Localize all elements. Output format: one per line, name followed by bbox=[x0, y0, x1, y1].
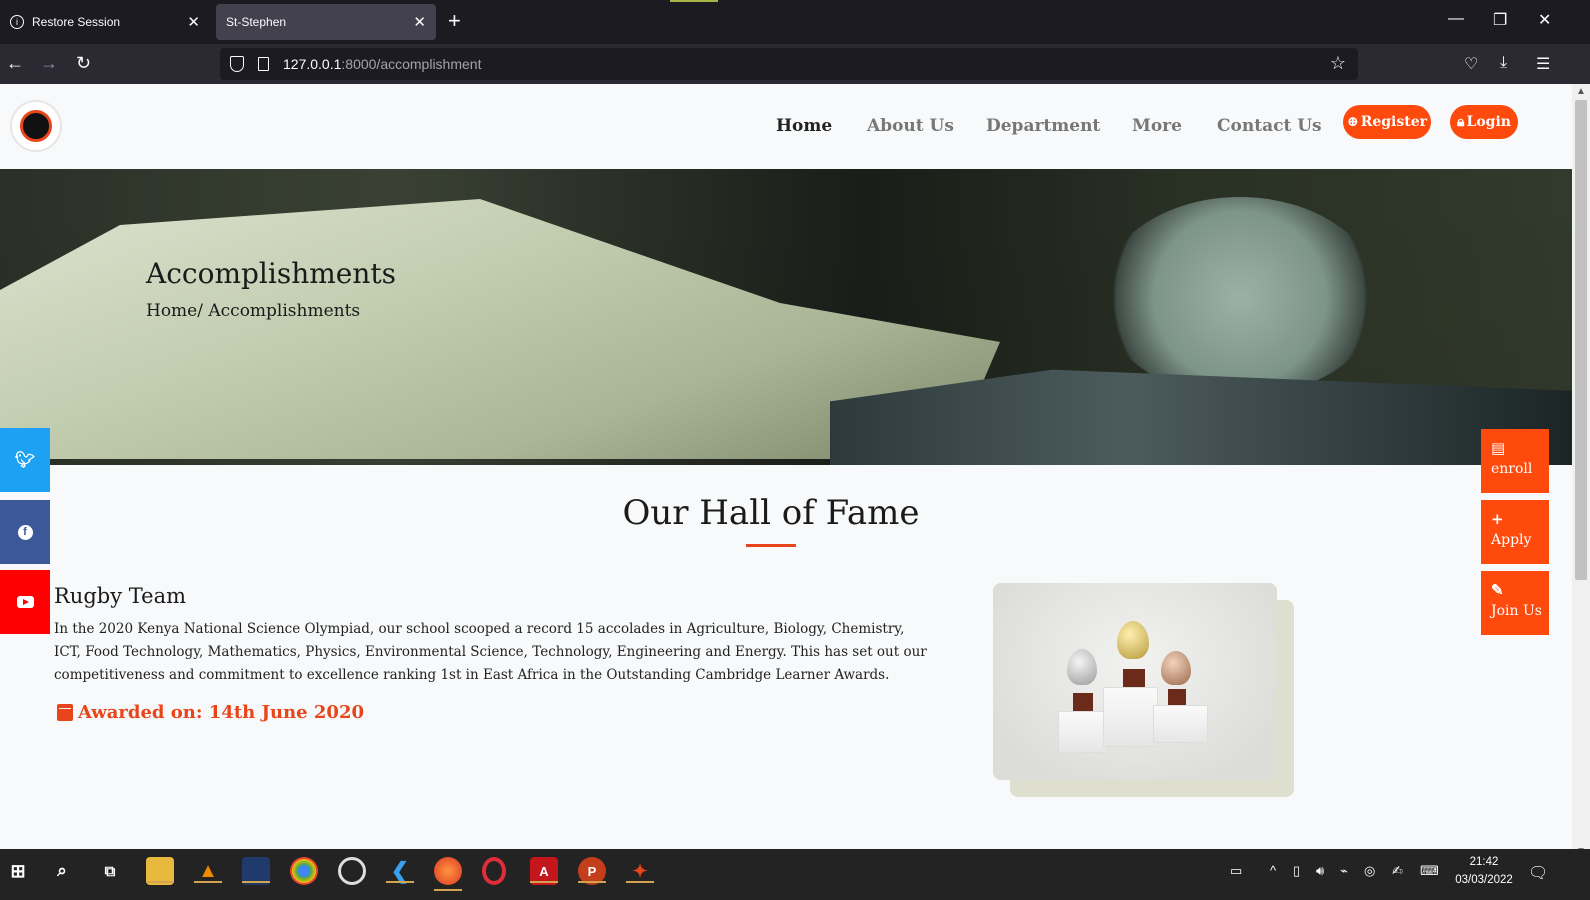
scrollbar-thumb[interactable] bbox=[1575, 100, 1587, 580]
title-underline bbox=[746, 544, 796, 547]
login-button[interactable]: 🔒︎ Login bbox=[1450, 105, 1518, 139]
info-icon: i bbox=[10, 15, 24, 29]
register-button[interactable]: ⊕ Register bbox=[1343, 105, 1431, 139]
minimize-icon[interactable]: — bbox=[1448, 10, 1464, 28]
facebook-button[interactable]: f bbox=[0, 500, 50, 564]
page-content: Home About Us Department More Contact Us… bbox=[0, 84, 1572, 861]
nav-department[interactable]: Department bbox=[986, 116, 1100, 136]
accomplishment-description: In the 2020 Kenya National Science Olymp… bbox=[54, 621, 927, 683]
file-explorer-icon[interactable] bbox=[146, 857, 174, 885]
url-bar[interactable]: 127.0.0.1:8000/accomplishment ☆ bbox=[220, 48, 1358, 80]
shield-icon[interactable] bbox=[230, 56, 244, 72]
register-icon: ⊕ bbox=[1346, 114, 1359, 130]
acrobat-icon[interactable]: A bbox=[530, 857, 558, 885]
nav-about-us[interactable]: About Us bbox=[867, 116, 954, 136]
close-window-icon[interactable]: ✕ bbox=[1538, 10, 1551, 30]
windows-taskbar: ⊞ ⌕ ⧉ ▲ ❮ A P ✦ ▭ ^ ▯ 🔊︎ ⌁ ◎ ✍︎ ⌨ 21:42 … bbox=[0, 849, 1590, 900]
globe-icon[interactable]: ◎ bbox=[1364, 863, 1375, 879]
nav-contact-us[interactable]: Contact Us bbox=[1217, 116, 1322, 136]
team-title: Rugby Team bbox=[54, 584, 186, 608]
tab-indicator bbox=[670, 0, 718, 2]
app-icon-2[interactable]: ✦ bbox=[626, 857, 654, 885]
close-tab-icon[interactable]: ✕ bbox=[187, 13, 200, 31]
browser-tab-bar: i Restore Session ✕ St-Stephen ✕ + — ❐ ✕ bbox=[0, 0, 1590, 44]
calendar-icon bbox=[57, 704, 73, 721]
youtube-icon bbox=[16, 596, 34, 608]
plus-icon: + bbox=[1491, 510, 1504, 528]
tray-chevron-icon[interactable]: ^ bbox=[1270, 863, 1276, 878]
section-title: Our Hall of Fame bbox=[622, 493, 920, 533]
download-icon[interactable]: ⤓ bbox=[1500, 54, 1507, 72]
keyboard-icon[interactable]: ⌨ bbox=[1420, 863, 1439, 879]
scroll-up-icon[interactable]: ▲ bbox=[1576, 86, 1586, 97]
award-date: Awarded on: 14th June 2020 bbox=[57, 702, 364, 723]
url-host: 127.0.0.1 bbox=[283, 56, 342, 72]
page-icon bbox=[258, 57, 269, 71]
enroll-button[interactable]: ▤ enroll bbox=[1481, 429, 1549, 493]
youtube-button[interactable] bbox=[0, 570, 50, 634]
volume-icon[interactable]: 🔊︎ bbox=[1316, 863, 1324, 879]
clock-image bbox=[1100, 197, 1380, 397]
gold-trophy bbox=[1117, 621, 1149, 659]
pocket-icon[interactable]: ♡ bbox=[1464, 54, 1478, 74]
new-tab-button[interactable]: + bbox=[448, 10, 461, 32]
task-view-icon[interactable]: ⧉ bbox=[96, 857, 124, 885]
vscode-icon[interactable]: ❮ bbox=[386, 857, 414, 885]
system-clock[interactable]: 21:42 03/03/2022 bbox=[1452, 853, 1516, 889]
site-header: Home About Us Department More Contact Us… bbox=[0, 84, 1572, 169]
bookmark-star-icon[interactable]: ☆ bbox=[1330, 53, 1346, 74]
lock-icon: 🔒︎ bbox=[1457, 114, 1465, 130]
close-tab-icon[interactable]: ✕ bbox=[413, 13, 426, 31]
trophy-image bbox=[993, 583, 1277, 780]
chrome-icon[interactable] bbox=[290, 857, 318, 885]
windows-start-icon[interactable]: ⊞ bbox=[4, 857, 32, 885]
document-icon: ▤ bbox=[1491, 439, 1506, 457]
back-icon[interactable]: ← bbox=[6, 53, 24, 73]
breadcrumb: Home/ Accomplishments bbox=[146, 301, 361, 321]
search-icon[interactable]: ⌕ bbox=[48, 857, 76, 885]
apply-button[interactable]: + Apply bbox=[1481, 500, 1549, 564]
hero-banner: Accomplishments Home/ Accomplishments bbox=[0, 169, 1572, 465]
powerpoint-icon[interactable]: P bbox=[578, 857, 606, 885]
browser-nav-bar: ← → ↻ 127.0.0.1:8000/accomplishment ☆ ♡ … bbox=[0, 44, 1590, 84]
opera-icon[interactable] bbox=[482, 857, 506, 885]
app-icon[interactable] bbox=[242, 857, 270, 885]
keyboard-layout-icon[interactable]: ▭ bbox=[1230, 863, 1242, 879]
bronze-trophy bbox=[1161, 651, 1191, 685]
hero-title: Accomplishments bbox=[146, 257, 397, 290]
pen-icon[interactable]: ✍︎ bbox=[1392, 863, 1403, 879]
school-logo[interactable] bbox=[10, 100, 62, 152]
obs-icon[interactable] bbox=[338, 857, 366, 885]
battery-icon[interactable]: ▯ bbox=[1293, 863, 1300, 879]
nav-home[interactable]: Home bbox=[776, 116, 832, 136]
twitter-icon: 🐦︎ bbox=[14, 452, 36, 469]
notifications-icon[interactable]: 🗨︎ bbox=[1528, 863, 1548, 883]
forward-icon[interactable]: → bbox=[40, 53, 58, 73]
tab-label: Restore Session bbox=[32, 15, 121, 29]
vlc-icon[interactable]: ▲ bbox=[194, 857, 222, 885]
firefox-icon[interactable] bbox=[434, 857, 462, 891]
nav-more[interactable]: More bbox=[1132, 116, 1182, 136]
url-path: :8000/accomplishment bbox=[341, 56, 482, 72]
menu-icon[interactable]: ☰ bbox=[1536, 54, 1550, 74]
edit-icon: ✎ bbox=[1491, 581, 1504, 599]
facebook-icon: f bbox=[17, 524, 33, 540]
restore-window-icon[interactable]: ❐ bbox=[1493, 10, 1507, 30]
twitter-button[interactable]: 🐦︎ bbox=[0, 428, 50, 492]
tab-st-stephen[interactable]: St-Stephen ✕ bbox=[216, 4, 436, 40]
page-scrollbar[interactable]: ▲ ▼ bbox=[1572, 84, 1590, 861]
reload-icon[interactable]: ↻ bbox=[76, 53, 91, 73]
network-icon[interactable]: ⌁ bbox=[1340, 863, 1348, 879]
silver-trophy bbox=[1067, 649, 1097, 685]
tab-label: St-Stephen bbox=[226, 15, 287, 29]
join-us-button[interactable]: ✎ Join Us bbox=[1481, 571, 1549, 635]
tab-restore-session[interactable]: i Restore Session ✕ bbox=[0, 4, 210, 40]
